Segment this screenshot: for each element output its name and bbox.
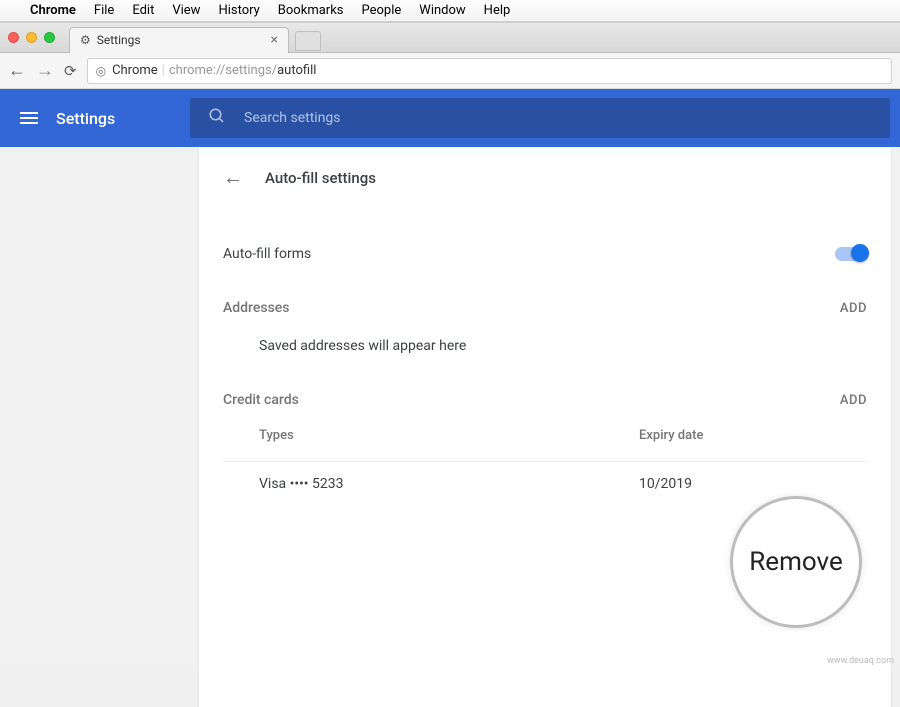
menubar-item-file[interactable]: File: [94, 3, 114, 18]
chrome-page-icon: ◎: [96, 64, 106, 78]
menubar-item-window[interactable]: Window: [419, 3, 465, 18]
card-type: Visa •••• 5233: [259, 476, 639, 492]
browser-window: ⚙ Settings × ← → ⟳ ◎ Chrome | chrome://s…: [0, 22, 900, 670]
cards-col-types: Types: [259, 428, 639, 443]
new-tab-button[interactable]: [295, 31, 321, 51]
addresses-heading: Addresses: [223, 300, 290, 316]
back-arrow-icon[interactable]: ←: [223, 165, 243, 190]
panel-title: Auto-fill settings: [265, 169, 376, 187]
omnibox-divider: |: [162, 63, 165, 78]
reload-button[interactable]: ⟳: [64, 62, 77, 80]
omnibox-scheme: Chrome: [112, 63, 158, 78]
add-card-button[interactable]: ADD: [840, 393, 867, 408]
settings-title: Settings: [56, 109, 115, 128]
search-icon: [208, 107, 226, 129]
settings-header: Settings: [0, 89, 900, 147]
page-content: Settings ← Auto-fill settings Auto-fill …: [0, 89, 900, 670]
autofill-forms-label: Auto-fill forms: [223, 246, 311, 262]
menu-icon[interactable]: [20, 112, 38, 124]
tab-title: Settings: [97, 33, 141, 47]
zoom-window-button[interactable]: [44, 32, 55, 43]
autofill-forms-toggle[interactable]: [835, 247, 867, 261]
address-bar[interactable]: ◎ Chrome | chrome://settings/autofill: [87, 58, 892, 84]
menubar-app-name[interactable]: Chrome: [30, 3, 76, 18]
cards-col-expiry: Expiry date: [639, 428, 703, 443]
titlebar: ⚙ Settings ×: [0, 23, 900, 53]
menubar-item-people[interactable]: People: [362, 3, 402, 18]
panel-header: ← Auto-fill settings: [199, 147, 891, 208]
credit-cards-heading: Credit cards: [223, 392, 299, 408]
menubar-item-bookmarks[interactable]: Bookmarks: [278, 3, 344, 18]
card-row[interactable]: Visa •••• 5233 10/2019: [223, 461, 867, 492]
addresses-empty-message: Saved addresses will appear here: [223, 316, 867, 354]
menubar-item-help[interactable]: Help: [484, 3, 511, 18]
window-controls: [8, 32, 55, 43]
gear-icon: ⚙: [80, 33, 91, 47]
close-tab-icon[interactable]: ×: [271, 32, 278, 48]
macos-menubar: Chrome File Edit View History Bookmarks …: [0, 0, 900, 22]
menubar-item-history[interactable]: History: [218, 3, 259, 18]
omnibox-url-prefix: chrome://settings/: [169, 63, 277, 78]
add-address-button[interactable]: ADD: [840, 301, 867, 316]
browser-tab-settings[interactable]: ⚙ Settings ×: [69, 27, 289, 53]
settings-panel: ← Auto-fill settings Auto-fill forms Add…: [199, 147, 891, 707]
settings-search-input[interactable]: [244, 110, 872, 126]
cards-table-header: Types Expiry date: [223, 408, 867, 457]
watermark: www.deuaq.com: [827, 656, 894, 666]
menubar-item-edit[interactable]: Edit: [132, 3, 154, 18]
omnibox-url-path: autofill: [277, 63, 316, 78]
browser-toolbar: ← → ⟳ ◎ Chrome | chrome://settings/autof…: [0, 53, 900, 89]
close-window-button[interactable]: [8, 32, 19, 43]
card-expiry: 10/2019: [639, 476, 692, 492]
menubar-item-view[interactable]: View: [172, 3, 200, 18]
settings-search[interactable]: [190, 98, 890, 138]
forward-button: →: [36, 60, 54, 81]
back-button[interactable]: ←: [8, 60, 26, 81]
minimize-window-button[interactable]: [26, 32, 37, 43]
